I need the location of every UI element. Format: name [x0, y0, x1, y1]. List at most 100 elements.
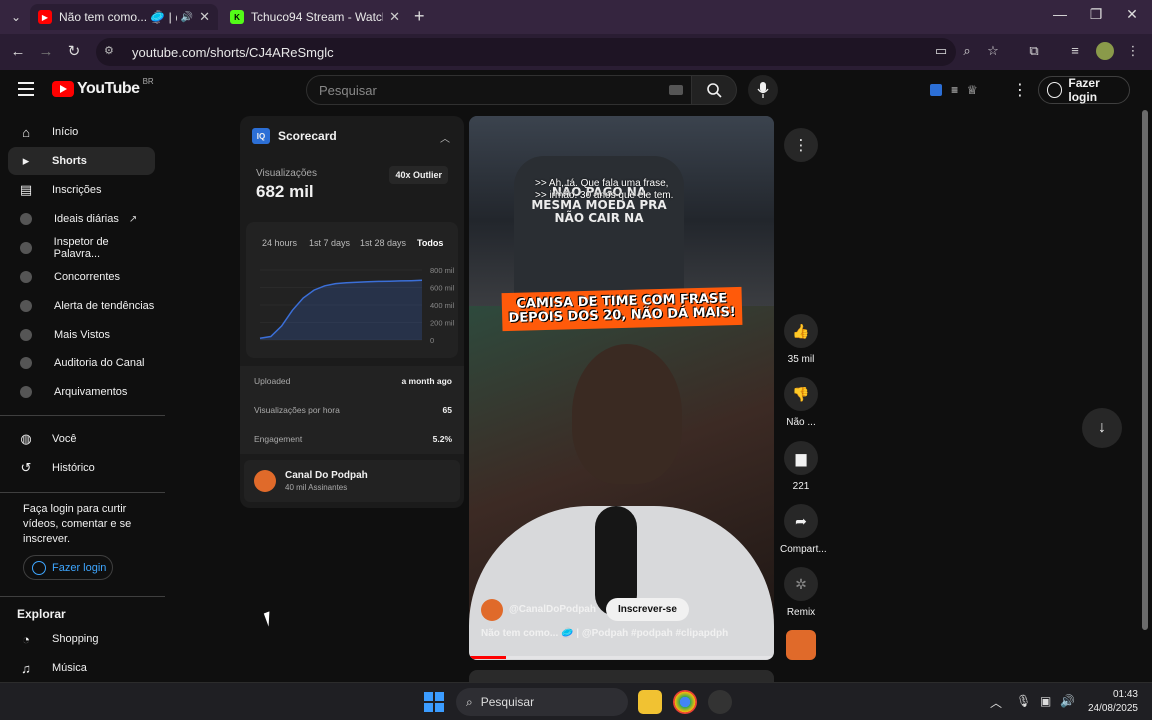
sidebar-item-archives[interactable]: Arquivamentos: [8, 378, 155, 406]
thumbs-up-icon[interactable]: 👍: [784, 314, 818, 348]
share-icon[interactable]: ➦: [784, 504, 818, 538]
history-icon: ↺: [20, 460, 32, 475]
scrollbar-thumb[interactable]: [1142, 110, 1148, 630]
media-control-icon[interactable]: ≡: [1066, 42, 1084, 60]
close-tab-icon[interactable]: ✕: [199, 9, 210, 25]
new-tab-icon[interactable]: +: [414, 6, 425, 27]
next-short-arrow-down-icon[interactable]: ↓: [1082, 408, 1122, 448]
voice-search-button[interactable]: [748, 75, 778, 105]
zoom-icon[interactable]: ⌕: [958, 42, 976, 60]
next-short-preview[interactable]: [469, 670, 774, 682]
sidebar-item-music[interactable]: ♫ Música: [8, 654, 155, 682]
subscribe-button[interactable]: Inscrever-se: [605, 598, 689, 621]
forward-icon[interactable]: →: [36, 42, 56, 62]
scorecard-channel[interactable]: Canal Do Podpah 40 mil Assinantes: [244, 460, 460, 502]
sidebar: ⌂ Início ▸ Shorts ▤ Inscrições Ideais di…: [0, 116, 165, 682]
dislike-action[interactable]: 👎 Não ...: [780, 377, 822, 428]
extensions-icon[interactable]: ⧉: [1025, 42, 1043, 60]
stat-row-uploaded: Uploaded a month ago: [254, 376, 452, 386]
thumbs-down-icon[interactable]: 👎: [784, 377, 818, 411]
share-action[interactable]: ➦ Compart...: [780, 504, 827, 555]
vidiq-scorecard: IQ Scorecard ︿ Visualizações 682 mil 40x…: [240, 116, 464, 508]
close-window-icon[interactable]: ✕: [1114, 6, 1150, 23]
file-explorer-icon[interactable]: [638, 690, 662, 714]
short-more-options-icon[interactable]: ⋮: [784, 128, 818, 162]
sidebar-item-competitors[interactable]: Concorrentes: [8, 263, 155, 291]
video-subtitle: >> Ah, tá. Que fala uma frase, >> irmão.…: [535, 178, 674, 201]
taskbar-search[interactable]: ⌕ Pesquisar: [456, 688, 628, 716]
tab-youtube[interactable]: ▶ Não tem como... 🥏 | @Podpah 🔊 ✕: [30, 4, 218, 30]
video-progress-bar[interactable]: [469, 656, 774, 659]
tab-strip: ⌄ ▶ Não tem como... 🥏 | @Podpah 🔊 ✕ K Tc…: [0, 0, 1152, 34]
login-button[interactable]: Fazer login: [1038, 76, 1130, 104]
search-input[interactable]: [319, 82, 659, 98]
comment-icon[interactable]: ▆: [784, 441, 818, 475]
vidiq-icon: [20, 242, 32, 254]
keyboard-icon[interactable]: [669, 85, 683, 95]
restore-icon[interactable]: ❐: [1078, 6, 1114, 23]
vidiq-icon[interactable]: [930, 84, 943, 96]
list-icon[interactable]: ≡: [951, 83, 958, 97]
sound-avatar[interactable]: [786, 630, 816, 660]
sidebar-item-subscriptions[interactable]: ▤ Inscrições: [8, 176, 155, 204]
microphone-icon: [757, 82, 769, 98]
remix-action[interactable]: ✲ Remix: [780, 567, 822, 618]
sidebar-divider: [0, 492, 165, 493]
sidebar-item-history[interactable]: ↺ Histórico: [8, 454, 155, 482]
page-scrollbar[interactable]: [1142, 90, 1148, 650]
search-button[interactable]: [691, 75, 737, 105]
youtube-logo[interactable]: YouTube BR: [52, 77, 154, 98]
user-icon: ◍: [20, 431, 32, 446]
bookmark-star-icon[interactable]: ☆: [984, 42, 1002, 60]
sidebar-item-daily-ideas[interactable]: Ideais diárias ↗: [8, 205, 155, 233]
short-title[interactable]: Não tem como... 🥏 | @Podpah #podpah #cli…: [481, 628, 728, 639]
sidebar-item-label: Inscrições: [52, 184, 102, 196]
browser-menu-icon[interactable]: ⋮: [1124, 42, 1142, 60]
like-action[interactable]: 👍 35 mil: [780, 314, 822, 365]
sidebar-item-shopping[interactable]: ◔ Shopping: [8, 625, 155, 653]
site-info-icon[interactable]: ⚙: [104, 44, 120, 60]
minimize-icon[interactable]: —: [1042, 6, 1078, 22]
sidebar-item-channel-audit[interactable]: Auditoria do Canal: [8, 349, 155, 377]
network-icon[interactable]: ▣: [1040, 694, 1051, 708]
more-options-icon[interactable]: ⋮: [1012, 80, 1028, 100]
sidebar-item-keyword-inspector[interactable]: Inspetor de Palavra...: [8, 234, 155, 262]
taskbar-clock[interactable]: 01:43 24/08/2025: [1086, 688, 1138, 716]
trophy-icon[interactable]: ♕: [967, 83, 978, 97]
sidebar-item-home[interactable]: ⌂ Início: [8, 118, 155, 146]
reload-icon[interactable]: ↻: [64, 42, 84, 62]
profile-avatar[interactable]: [1096, 42, 1114, 60]
channel-handle[interactable]: @CanalDoPodpah: [509, 604, 596, 615]
chevron-up-icon[interactable]: ︿: [440, 130, 450, 145]
address-bar[interactable]: ⚙ youtube.com/shorts/CJ4AReSmglc: [96, 38, 956, 66]
close-tab-icon[interactable]: ✕: [389, 9, 400, 25]
views-value: 682 mil: [256, 182, 314, 201]
cast-icon[interactable]: ▭: [932, 42, 950, 60]
back-icon[interactable]: ←: [8, 42, 28, 62]
menu-icon[interactable]: [18, 82, 34, 96]
microphone-tray-icon[interactable]: 🎙: [1016, 694, 1031, 708]
tab-kick[interactable]: K Tchuco94 Stream - Watch Live o ✕: [222, 4, 408, 30]
windows-start-icon[interactable]: [424, 692, 444, 712]
sidebar-login-button[interactable]: Fazer login: [23, 555, 113, 580]
speaker-icon[interactable]: 🔊: [181, 12, 193, 23]
taskbar-search-placeholder: Pesquisar: [480, 695, 535, 709]
comment-count: 221: [792, 481, 810, 492]
comments-action[interactable]: ▆ 221: [780, 441, 822, 492]
sidebar-item-most-viewed[interactable]: Mais Vistos: [8, 321, 155, 349]
y-tick-label: 200 mil: [430, 319, 455, 328]
sidebar-item-trend-alerts[interactable]: Alerta de tendências: [8, 292, 155, 320]
y-tick-label: 600 mil: [430, 284, 455, 293]
remix-icon[interactable]: ✲: [784, 567, 818, 601]
sidebar-item-you[interactable]: ◍ Você: [8, 425, 155, 453]
short-video-player[interactable]: NÃO PAGO NA MESMA MOEDA PRA NÃO CAIR NA …: [469, 116, 774, 660]
login-label: Fazer login: [52, 561, 107, 574]
tab-search-icon[interactable]: ⌄: [6, 7, 26, 27]
chrome-icon[interactable]: [673, 690, 697, 714]
vidiq-icon: [20, 329, 32, 341]
sidebar-item-shorts[interactable]: ▸ Shorts: [8, 147, 155, 175]
channel-avatar[interactable]: [481, 598, 503, 621]
chevron-up-icon[interactable]: ︿: [990, 694, 1002, 711]
volume-icon[interactable]: 🔊: [1060, 694, 1075, 708]
app-icon[interactable]: [708, 690, 732, 714]
